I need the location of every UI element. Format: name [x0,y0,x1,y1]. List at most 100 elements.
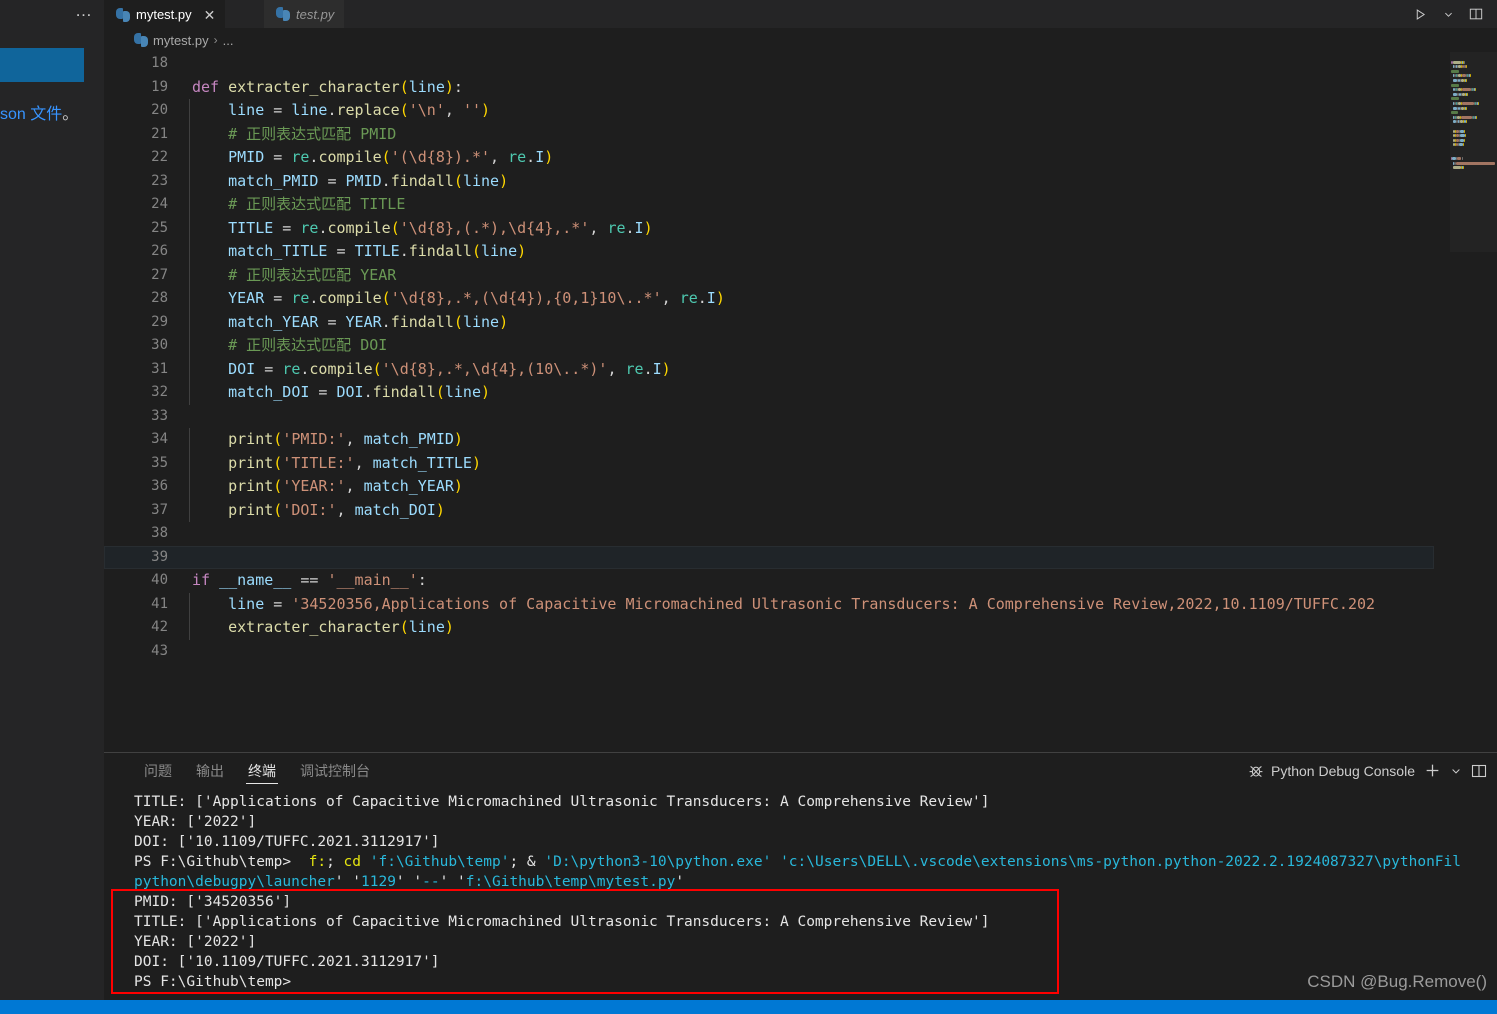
tab-problems[interactable]: 问题 [132,753,184,788]
left-panel-text-rest: 。 [62,106,79,123]
breadcrumb-symbol[interactable]: ... [223,33,234,48]
code-token: findall [390,171,454,190]
code-line[interactable]: 33 [104,405,1434,429]
tab-terminal[interactable]: 终端 [236,753,288,788]
code-line[interactable]: 21 # 正则表达式匹配 PMID [104,122,1434,146]
line-number: 43 [151,642,168,659]
code-token: __name__ [219,571,292,589]
code-line[interactable]: 42 extracter_character(line) [104,616,1434,640]
run-options-dropdown[interactable] [1435,2,1461,26]
code-line[interactable]: 23 match_PMID = PMID.findall(line) [104,169,1434,193]
code-token: DOI [228,359,256,378]
code-line[interactable]: 26 match_TITLE = TITLE.findall(line) [104,240,1434,264]
new-terminal-button[interactable] [1424,762,1441,779]
code-token: , [490,148,509,166]
code-token: PMID [228,148,265,166]
code-line[interactable]: 36 print('YEAR:', match_YEAR) [104,475,1434,499]
code-text: match_TITLE = TITLE.findall(line) [192,240,526,264]
split-panel-icon[interactable] [1471,763,1487,779]
breadcrumb[interactable]: mytest.py › ... [104,28,1497,52]
indent-guide [189,498,190,522]
close-icon[interactable]: ✕ [204,8,216,22]
editor-actions [1407,0,1497,28]
code-line[interactable]: 32 match_DOI = DOI.findall(line) [104,381,1434,405]
minimap-row [1450,115,1497,119]
terminal-profile-dropdown[interactable] [1450,765,1462,777]
terminal-name-label: Python Debug Console [1271,762,1415,779]
terminal-output[interactable]: TITLE: ['Applications of Capacitive Micr… [104,788,1497,996]
code-line[interactable]: 30 # 正则表达式匹配 DOI [104,334,1434,358]
tab-output[interactable]: 输出 [184,753,236,788]
code-line[interactable]: 34 print('PMID:', match_PMID) [104,428,1434,452]
code-line[interactable]: 37 print('DOI:', match_DOI) [104,498,1434,522]
terminal-selector[interactable]: Python Debug Console [1248,763,1415,779]
code-line[interactable]: 31 DOI = re. compile('\d{8},.*,\d{4},(10\… [104,357,1434,381]
code-line[interactable]: 22 PMID = re.compile('(\d{8}).*', re.I) [104,146,1434,170]
line-number: 19 [151,78,168,95]
code-token: match_DOI [228,383,310,401]
watermark: CSDN @Bug.Remove() [1307,972,1487,991]
code-token: 'YEAR:' [282,477,346,495]
minimap-row [1450,101,1497,105]
code-token: ( [435,383,445,401]
code-text: print('PMID:', match_PMID) [192,428,463,452]
code-token: = [318,312,346,331]
code-line[interactable]: 24 # 正则表达式匹配 TITLE [104,193,1434,217]
bottom-panel: 问题 输出 终端 调试控制台 Python Debug Console TITL… [104,752,1497,995]
code-line[interactable]: 27 # 正则表达式匹配 YEAR [104,263,1434,287]
minimap-token [1465,65,1467,69]
code-line[interactable]: 18 [104,52,1434,76]
code-token: ) [453,430,463,448]
more-actions-icon[interactable]: … [66,0,102,28]
code-line[interactable]: 38 [104,522,1434,546]
code-line[interactable]: 19 def extracter_character(line): [104,76,1434,100]
code-line[interactable]: 40 if __name__ == '__main__': [104,569,1434,593]
status-bar[interactable] [0,1000,1497,1014]
terminal-segment: DOI: ['10.1109/TUFFC.2021.3112917'] [134,834,440,850]
code-token: YEAR [345,312,382,331]
code-token: ) [471,453,481,472]
terminal-segment: ; [326,854,344,870]
code-token: extracter_character [228,77,400,96]
terminal-segment: ' ' [439,874,466,890]
scrollbar-thumb[interactable] [1436,56,1450,206]
code-line[interactable]: 41 line = '34520356,Applications of Capa… [104,592,1434,616]
indent-guide [189,592,190,616]
tab-debug-console[interactable]: 调试控制台 [288,753,382,788]
code-line[interactable]: 20 line = line.replace('\n', '') [104,99,1434,123]
code-line[interactable]: 28 YEAR = re. compile('\d{8},.*,(\d{4}),{… [104,287,1434,311]
code-editor[interactable]: 18 19 def extracter_character(line): 20 lin… [104,52,1497,752]
terminal-segment: f: [308,854,327,870]
minimap-row [1450,83,1497,87]
code-token: compile [318,148,382,166]
code-token: re [291,289,310,307]
code-line[interactable]: 43 [104,640,1434,664]
code-token: ) [481,383,491,401]
code-token: ( [273,500,283,519]
code-line[interactable]: 35 print('TITLE:', match_TITLE) [104,451,1434,475]
code-token: YEAR [228,289,265,307]
code-line[interactable]: 25 TITLE = re. compile('\d{8},(.*),\d{4},… [104,216,1434,240]
code-token: ( [372,359,382,378]
tab-mytest-py[interactable]: mytest.py ✕ [104,0,226,28]
breadcrumb-file[interactable]: mytest.py [153,33,209,48]
editor-minimap[interactable] [1450,52,1497,752]
code-line[interactable]: 39 [104,545,1434,569]
code-token: ( [381,148,391,166]
tab-test-py[interactable]: test.py [264,0,345,28]
split-editor-icon[interactable] [1463,2,1489,26]
terminal-line: PS F:\Github\temp> f:; cd 'f:\Github\tem… [134,852,1497,872]
code-token: findall [390,312,454,331]
terminal-segment: 1129 [361,874,396,890]
code-text: PMID = re.compile('(\d{8}).*', re.I) [192,146,553,170]
line-number: 24 [151,196,168,212]
code-token: print [228,453,274,472]
code-token: # 正则表达式匹配 YEAR [192,265,397,284]
indent-guide [189,451,190,475]
run-python-file-button[interactable] [1407,2,1433,26]
editor-vertical-scrollbar[interactable] [1436,52,1450,752]
code-lines[interactable]: 18 19 def extracter_character(line): 20 lin… [104,52,1434,752]
code-line[interactable]: 29 match_YEAR = YEAR.findall(line) [104,310,1434,334]
